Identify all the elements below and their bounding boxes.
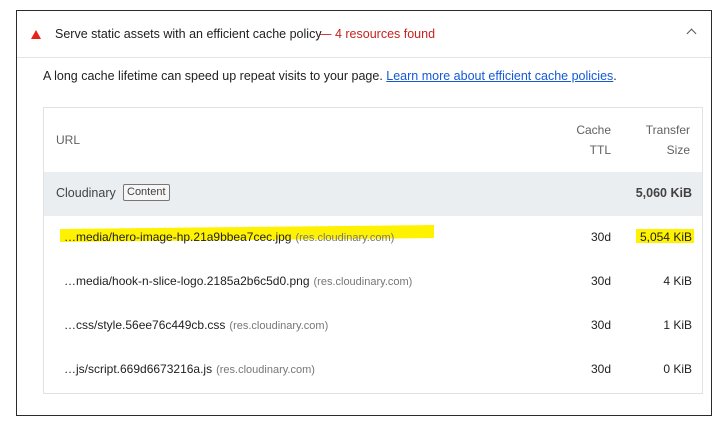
resource-ttl: 30d bbox=[590, 230, 611, 244]
entity-total-size: 5,060 KiB bbox=[635, 186, 692, 200]
learn-more-link[interactable]: Learn more about efficient cache policie… bbox=[386, 69, 613, 83]
header-url: URL bbox=[56, 133, 81, 147]
resource-ttl: 30d bbox=[590, 362, 611, 376]
resource-host: (res.cloudinary.com) bbox=[229, 320, 329, 332]
audit-title: Serve static assets with an efficient ca… bbox=[55, 27, 322, 41]
audit-description: A long cache lifetime can speed up repea… bbox=[43, 69, 617, 83]
entity-group-row: Cloudinary Content 5,060 KiB bbox=[44, 172, 702, 216]
description-text: A long cache lifetime can speed up repea… bbox=[43, 69, 383, 83]
header-cache-ttl: Cache TTL bbox=[556, 120, 611, 160]
entity-category-chip: Content bbox=[123, 184, 170, 201]
resource-url[interactable]: …media/hero-image-hp.21a9bbea7cec.jpg (re… bbox=[64, 230, 394, 244]
resource-ttl: 30d bbox=[590, 274, 611, 288]
table-row: …js/script.669d6673216a.js (res.cloudinar… bbox=[44, 348, 702, 392]
resource-size: 5,054 KiB bbox=[639, 230, 692, 244]
warning-triangle-icon bbox=[31, 30, 41, 39]
header-cache-ttl-line2: TTL bbox=[589, 143, 611, 157]
resource-url[interactable]: …js/script.669d6673216a.js (res.cloudinar… bbox=[64, 362, 315, 376]
resource-path: …css/style.56ee76c449cb.css bbox=[64, 318, 226, 332]
resource-size: 0 KiB bbox=[663, 362, 692, 376]
resource-ttl: 30d bbox=[590, 318, 611, 332]
resource-host: (res.cloudinary.com) bbox=[295, 232, 395, 244]
resource-path: …media/hero-image-hp.21a9bbea7cec.jpg bbox=[64, 230, 292, 244]
resource-url[interactable]: …css/style.56ee76c449cb.css (res.cloudina… bbox=[64, 318, 328, 332]
chevron-up-icon[interactable] bbox=[686, 28, 697, 39]
table-row: …css/style.56ee76c449cb.css (res.cloudina… bbox=[44, 304, 702, 348]
header-cache-ttl-line1: Cache bbox=[576, 123, 611, 137]
resource-path: …media/hook-n-slice-logo.2185a2b6c5d0.pn… bbox=[64, 274, 310, 288]
table-row: …media/hero-image-hp.21a9bbea7cec.jpg (re… bbox=[44, 216, 702, 260]
resource-host: (res.cloudinary.com) bbox=[313, 276, 413, 288]
resource-size: 4 KiB bbox=[663, 274, 692, 288]
resources-table: URL Cache TTL Transfer Size Cloudinary C… bbox=[43, 107, 703, 394]
description-punct: . bbox=[613, 69, 617, 83]
resource-host: (res.cloudinary.com) bbox=[216, 364, 315, 376]
audit-summary: — 4 resources found bbox=[319, 27, 436, 41]
table-row: …media/hook-n-slice-logo.2185a2b6c5d0.pn… bbox=[44, 260, 702, 304]
resource-size: 1 KiB bbox=[663, 318, 692, 332]
resource-url[interactable]: …media/hook-n-slice-logo.2185a2b6c5d0.pn… bbox=[64, 274, 412, 288]
resource-path: …js/script.669d6673216a.js bbox=[64, 362, 213, 376]
audit-panel: Serve static assets with an efficient ca… bbox=[16, 10, 712, 416]
header-transfer-size: Transfer Size bbox=[624, 120, 690, 160]
audit-header[interactable]: Serve static assets with an efficient ca… bbox=[17, 11, 711, 58]
header-transfer-line1: Transfer bbox=[645, 123, 690, 137]
header-transfer-line2: Size bbox=[666, 143, 690, 157]
entity-name: Cloudinary bbox=[56, 186, 116, 200]
